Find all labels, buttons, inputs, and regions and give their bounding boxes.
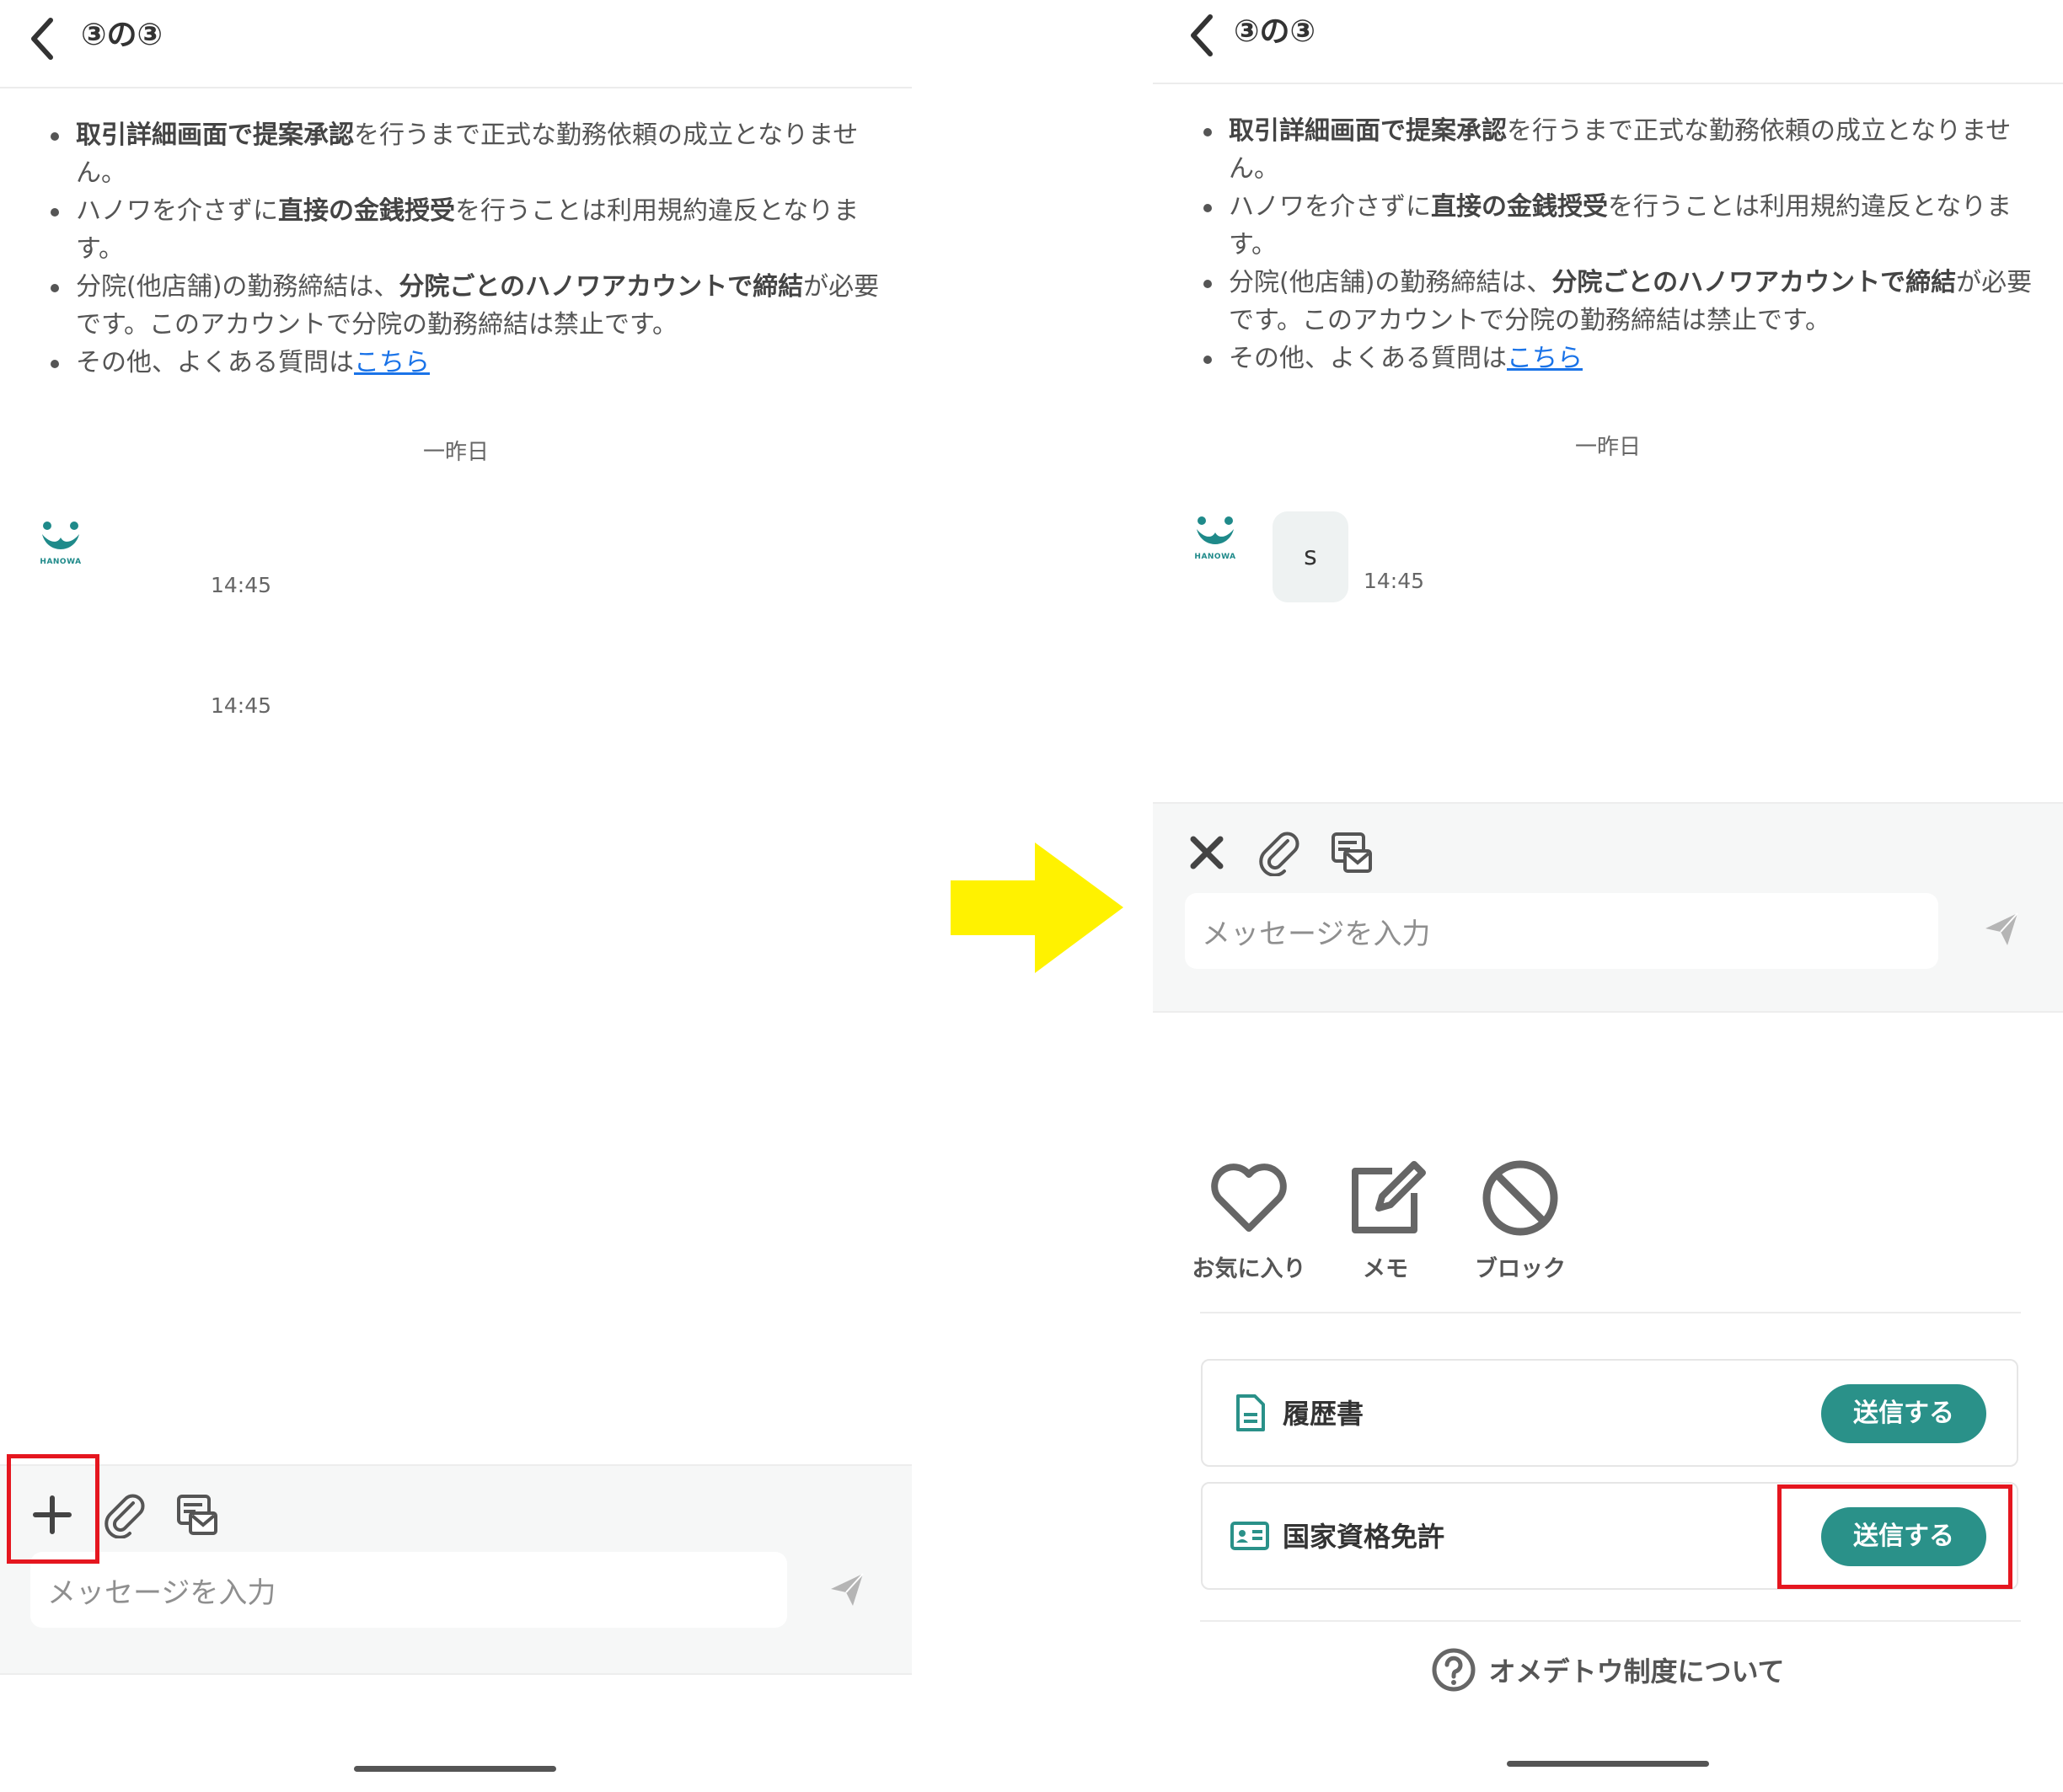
- attachment-icon[interactable]: [103, 1491, 147, 1538]
- highlight-box: [1777, 1484, 2012, 1589]
- back-chevron-icon[interactable]: [1185, 12, 1219, 59]
- action-label: お気に入り: [1192, 1256, 1306, 1282]
- action-label: メモ: [1363, 1256, 1408, 1282]
- hanowa-logo-icon: [42, 522, 79, 549]
- resume-label: 履歴書: [1283, 1398, 1364, 1430]
- notice-item: 分院(他店舗)の勤務締結は、分院ごとのハノワアカウントで締結が必要です。このアカ…: [49, 268, 895, 344]
- notice-item: 取引詳細画面で提案承認を行うまで正式な勤務依頼の成立となりません。: [1202, 112, 2056, 188]
- highlight-box: [7, 1454, 99, 1564]
- favorite-button[interactable]: お気に入り: [1182, 1154, 1316, 1283]
- chat-header: ③の③: [0, 0, 912, 88]
- hanowa-avatar: HANOWA: [1193, 516, 1237, 566]
- block-icon: [1482, 1160, 1558, 1236]
- message-input[interactable]: メッセージを入力: [1185, 893, 1938, 969]
- template-message-icon[interactable]: [1330, 829, 1374, 876]
- hanowa-avatar: HANOWA: [39, 521, 83, 571]
- notice-item: ハノワを介さずに直接の金銭授受を行うことは利用規約違反となります。: [49, 192, 895, 268]
- help-link[interactable]: オメデトウ制度について: [1153, 1647, 2063, 1698]
- logo-text: HANOWA: [1194, 553, 1236, 561]
- notice-item: 取引詳細画面で提案承認を行うまで正式な勤務依頼の成立となりません。: [49, 116, 895, 192]
- block-button[interactable]: ブロック: [1453, 1154, 1588, 1283]
- notice-item: その他、よくある質問はこちら: [49, 344, 895, 382]
- home-indicator: [354, 1766, 556, 1772]
- close-icon[interactable]: [1185, 829, 1229, 876]
- action-label: ブロック: [1475, 1256, 1566, 1282]
- send-icon[interactable]: [1982, 910, 2021, 949]
- message-input[interactable]: メッセージを入力: [30, 1552, 787, 1628]
- faq-link[interactable]: こちら: [1507, 344, 1583, 373]
- chat-title: ③の③: [81, 18, 163, 52]
- attachment-icon[interactable]: [1257, 829, 1301, 876]
- faq-link[interactable]: こちら: [354, 348, 430, 377]
- message-composer: メッセージを入力: [1153, 802, 2063, 1013]
- date-separator: 一昨日: [1574, 435, 1641, 460]
- notice-item: その他、よくある質問はこちら: [1202, 340, 2056, 377]
- message-bubble: s: [1273, 511, 1348, 602]
- chat-title: ③の③: [1234, 14, 1315, 49]
- back-chevron-icon[interactable]: [25, 15, 59, 62]
- arrow-right-icon: [951, 843, 1123, 973]
- license-label: 国家資格免許: [1283, 1521, 1445, 1553]
- help-label: オメデトウ制度について: [1488, 1656, 1785, 1688]
- resume-row: 履歴書 送信する: [1201, 1359, 2018, 1467]
- message-composer: メッセージを入力: [0, 1464, 912, 1675]
- date-separator: 一昨日: [422, 440, 489, 465]
- action-row: お気に入り メモ ブロック: [1153, 1154, 2063, 1314]
- notice-list: 取引詳細画面で提案承認を行うまで正式な勤務依頼の成立となりません。 ハノワを介さ…: [49, 116, 895, 382]
- document-icon: [1236, 1394, 1265, 1431]
- memo-button[interactable]: メモ: [1318, 1154, 1453, 1283]
- message-time: 14:45: [211, 693, 272, 718]
- send-resume-button[interactable]: 送信する: [1821, 1384, 1986, 1443]
- right-screen: ③の③ 取引詳細画面で提案承認を行うまで正式な勤務依頼の成立となりません。 ハノ…: [1153, 0, 2063, 1792]
- home-indicator: [1507, 1761, 1709, 1767]
- message-time: 14:45: [211, 573, 272, 597]
- message-time: 14:45: [1364, 569, 1425, 593]
- template-message-icon[interactable]: [175, 1491, 219, 1538]
- send-icon[interactable]: [828, 1570, 866, 1609]
- question-circle-icon: [1432, 1648, 1476, 1692]
- notice-item: ハノワを介さずに直接の金銭授受を行うことは利用規約違反となります。: [1202, 188, 2056, 264]
- edit-icon: [1352, 1161, 1426, 1233]
- notice-item: 分院(他店舗)の勤務締結は、分院ごとのハノワアカウントで締結が必要です。このアカ…: [1202, 264, 2056, 340]
- divider: [1200, 1312, 2021, 1313]
- heart-icon: [1211, 1163, 1287, 1232]
- left-screen: ③の③ 取引詳細画面で提案承認を行うまで正式な勤務依頼の成立となりません。 ハノ…: [0, 0, 912, 1792]
- logo-text: HANOWA: [40, 558, 82, 566]
- notice-list: 取引詳細画面で提案承認を行うまで正式な勤務依頼の成立となりません。 ハノワを介さ…: [1202, 112, 2056, 377]
- id-card-icon: [1230, 1522, 1269, 1550]
- chat-header: ③の③: [1153, 0, 2063, 84]
- divider: [1200, 1620, 2021, 1622]
- hanowa-logo-icon: [1197, 516, 1234, 544]
